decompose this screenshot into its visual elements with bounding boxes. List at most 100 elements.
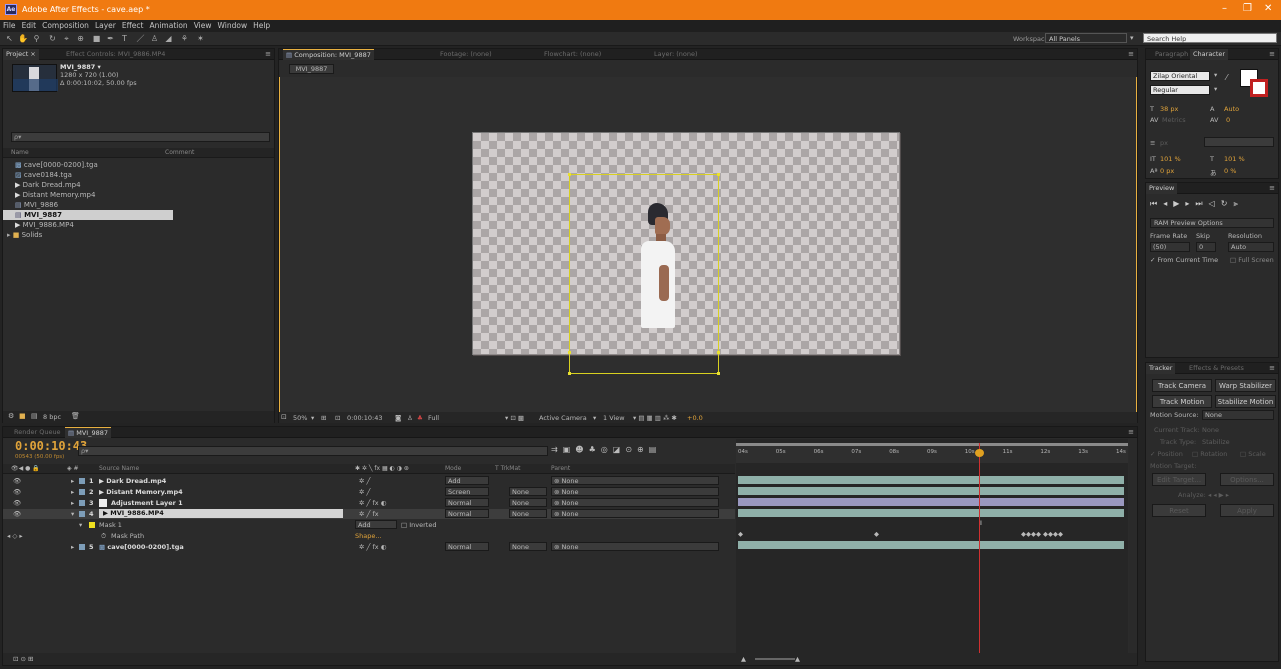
trkmat-select[interactable]: None xyxy=(509,498,547,507)
snapshot-icon[interactable]: ◙ xyxy=(395,414,401,422)
current-track-value[interactable]: None xyxy=(1202,426,1219,434)
menu-layer[interactable]: Layer xyxy=(92,20,119,32)
mode-select[interactable]: Add xyxy=(445,476,489,485)
minimize-button[interactable]: – xyxy=(1222,3,1227,14)
list-item-selected[interactable]: ▤ MVI_9887 xyxy=(3,210,173,220)
zoom-in-icon[interactable]: ▲ xyxy=(795,655,800,663)
close-button[interactable]: ✕ xyxy=(1264,3,1272,14)
panel-menu-icon[interactable]: ≡ xyxy=(1269,364,1275,372)
project-search-input[interactable]: ρ▾ xyxy=(11,132,270,142)
zoom-dropdown-icon[interactable]: ▾ xyxy=(311,414,314,422)
layer-row[interactable]: 👁 ▸ 3 Adjustment Layer 1 ✲ ╱ fx ◐ Normal… xyxy=(3,498,735,508)
hide-shy-icon[interactable]: ☻ xyxy=(575,445,588,454)
camera-tool-icon[interactable]: ⌖ xyxy=(62,34,71,44)
current-time[interactable]: 0:00:10:43 xyxy=(347,414,383,422)
pen-tool-icon[interactable]: ✒ xyxy=(106,34,115,44)
play-icon[interactable]: ▶ xyxy=(1173,199,1185,208)
mask-visibility-icon[interactable]: ⊡ xyxy=(335,414,340,422)
warp-stabilizer-button[interactable]: Warp Stabilizer xyxy=(1215,379,1276,392)
workspace-select[interactable]: All Panels xyxy=(1045,33,1127,43)
layer-name[interactable]: ▩ cave[0000-0200].tga xyxy=(99,542,184,552)
new-comp-icon[interactable]: ▤ xyxy=(31,412,38,420)
baseline-shift-value[interactable]: 0 px xyxy=(1160,167,1174,175)
layer-switches[interactable]: ✲ ╱ fx ◐ xyxy=(359,542,386,552)
list-item[interactable]: ▶ Dark Dread.mp4 xyxy=(3,180,81,190)
selection-tool-icon[interactable]: ↖ xyxy=(5,34,14,44)
panel-menu-icon[interactable]: ≡ xyxy=(1128,50,1134,58)
timeline-scrollbar[interactable] xyxy=(1129,439,1137,653)
ram-preview-options-select[interactable]: RAM Preview Options xyxy=(1150,218,1274,228)
options-button[interactable]: Options... xyxy=(1220,473,1274,486)
layer-row[interactable]: 👁 ▸ 2 ▶ Distant Memory.mp4 ✲ ╱ Screen No… xyxy=(3,487,735,497)
brush-tool-icon[interactable]: ／ xyxy=(136,34,145,44)
previous-frame-icon[interactable]: ◂ xyxy=(1163,199,1173,208)
always-preview-icon[interactable]: ⊡ xyxy=(281,413,287,421)
parent-select[interactable]: ⊚ None xyxy=(551,509,719,518)
style-dropdown-icon[interactable]: ▾ xyxy=(1214,85,1217,93)
menu-animation[interactable]: Animation xyxy=(146,20,190,32)
color-channel-icon[interactable]: ♣ xyxy=(417,414,423,422)
playhead-handle[interactable] xyxy=(975,449,984,457)
frame-rate-select[interactable]: (50) xyxy=(1150,242,1190,252)
tab-effects-presets[interactable]: Effects & Presets xyxy=(1186,363,1247,374)
layer-switches[interactable]: ✲ ╱ fx ◐ xyxy=(359,498,386,508)
parent-select[interactable]: ⊚ None xyxy=(551,487,719,496)
current-timecode[interactable]: 0:00:10:43 xyxy=(15,439,87,453)
layer-name[interactable]: ▶ MVI_9886.MP4 xyxy=(99,509,343,518)
tab-tracker[interactable]: Tracker xyxy=(1146,363,1176,374)
mode-select[interactable]: Screen xyxy=(445,487,489,496)
live-update-icon[interactable]: ▤ xyxy=(649,445,662,454)
apply-button[interactable]: Apply xyxy=(1220,504,1274,517)
parent-select[interactable]: ⊚ None xyxy=(551,498,719,507)
mode-header[interactable]: Mode xyxy=(445,465,461,472)
viewer-area[interactable] xyxy=(279,77,1137,412)
edit-target-button[interactable]: Edit Target... xyxy=(1152,473,1206,486)
layer-bar-5[interactable] xyxy=(738,541,1124,549)
comp-navigator-button[interactable]: MVI_9887 xyxy=(289,64,334,74)
item-name[interactable]: MVI_9887 ▾ xyxy=(60,63,101,71)
pan-behind-tool-icon[interactable]: ⊕ xyxy=(76,34,85,44)
layer-bar-3[interactable] xyxy=(738,498,1124,506)
frame-blending-icon[interactable]: ♣ xyxy=(589,445,601,454)
layer-bar-1[interactable] xyxy=(738,476,1124,484)
view-options-icon[interactable]: ▾ ▤ ▦ ▥ ⁂ ✱ xyxy=(633,414,677,422)
mode-select[interactable]: Normal xyxy=(445,509,489,518)
font-family-select[interactable]: Zilap Oriental xyxy=(1150,71,1210,81)
tab-project[interactable]: Project × xyxy=(3,49,39,60)
layer-row[interactable]: 👁 ▸ 1 ▶ Dark Dread.mp4 ✲ ╱ Add ⊚ None xyxy=(3,476,735,486)
maximize-button[interactable]: ❐ xyxy=(1243,3,1252,14)
rotation-checkbox[interactable]: □ Rotation xyxy=(1192,450,1227,458)
tracking-value[interactable]: 0 xyxy=(1226,116,1230,124)
position-checkbox[interactable]: ✓ Position xyxy=(1150,450,1183,458)
visibility-icon[interactable]: 👁 xyxy=(13,476,21,486)
panel-menu-icon[interactable]: ≡ xyxy=(1269,184,1275,192)
mask-name[interactable]: Mask 1 xyxy=(99,520,122,530)
panel-menu-icon[interactable]: ≡ xyxy=(265,50,271,58)
analyze-controls[interactable]: ◂ ◂ ▶ ▸ xyxy=(1208,491,1229,499)
twirl-arrow-icon[interactable]: ▸ xyxy=(71,476,74,486)
visibility-icon[interactable]: 👁 xyxy=(13,498,21,508)
stroke-color-swatch[interactable] xyxy=(1250,79,1268,97)
trkmat-select[interactable]: None xyxy=(509,487,547,496)
last-frame-icon[interactable]: ⏭ xyxy=(1195,199,1208,208)
layer-row[interactable]: ▸ 5 ▩ cave[0000-0200].tga ✲ ╱ fx ◐ Norma… xyxy=(3,542,735,552)
mask-path-row[interactable]: ◂ ◇ ▸ ⏱ Mask Path Shape... xyxy=(3,531,735,541)
leading-value[interactable]: Auto xyxy=(1224,105,1239,113)
toggle-switches-icon[interactable]: ⊡ ⊙ ⊞ xyxy=(13,655,33,663)
puppet-tool-icon[interactable]: ✶ xyxy=(196,34,205,44)
mode-select[interactable]: Normal xyxy=(445,542,489,551)
timeline-zoom-slider[interactable] xyxy=(755,658,795,660)
mask-tool-icon[interactable]: ■ xyxy=(92,34,101,44)
label-color-swatch[interactable] xyxy=(79,500,85,506)
stabilize-motion-button[interactable]: Stabilize Motion xyxy=(1215,395,1276,408)
twirl-arrow-icon[interactable]: ▸ xyxy=(71,498,74,508)
column-comment[interactable]: Comment xyxy=(165,149,194,156)
parent-select[interactable]: ⊚ None xyxy=(551,542,719,551)
track-motion-button[interactable]: Track Motion xyxy=(1152,395,1212,408)
tab-effect-controls[interactable]: Effect Controls: MVI_9886.MP4 xyxy=(63,49,168,60)
trkmat-select[interactable]: None xyxy=(509,542,547,551)
exposure-value[interactable]: +0.0 xyxy=(687,414,703,422)
rotate-tool-icon[interactable]: ↻ xyxy=(48,34,57,44)
from-current-time-checkbox[interactable]: ✓ From Current Time xyxy=(1150,256,1218,264)
full-screen-checkbox[interactable]: □ Full Screen xyxy=(1230,256,1274,264)
